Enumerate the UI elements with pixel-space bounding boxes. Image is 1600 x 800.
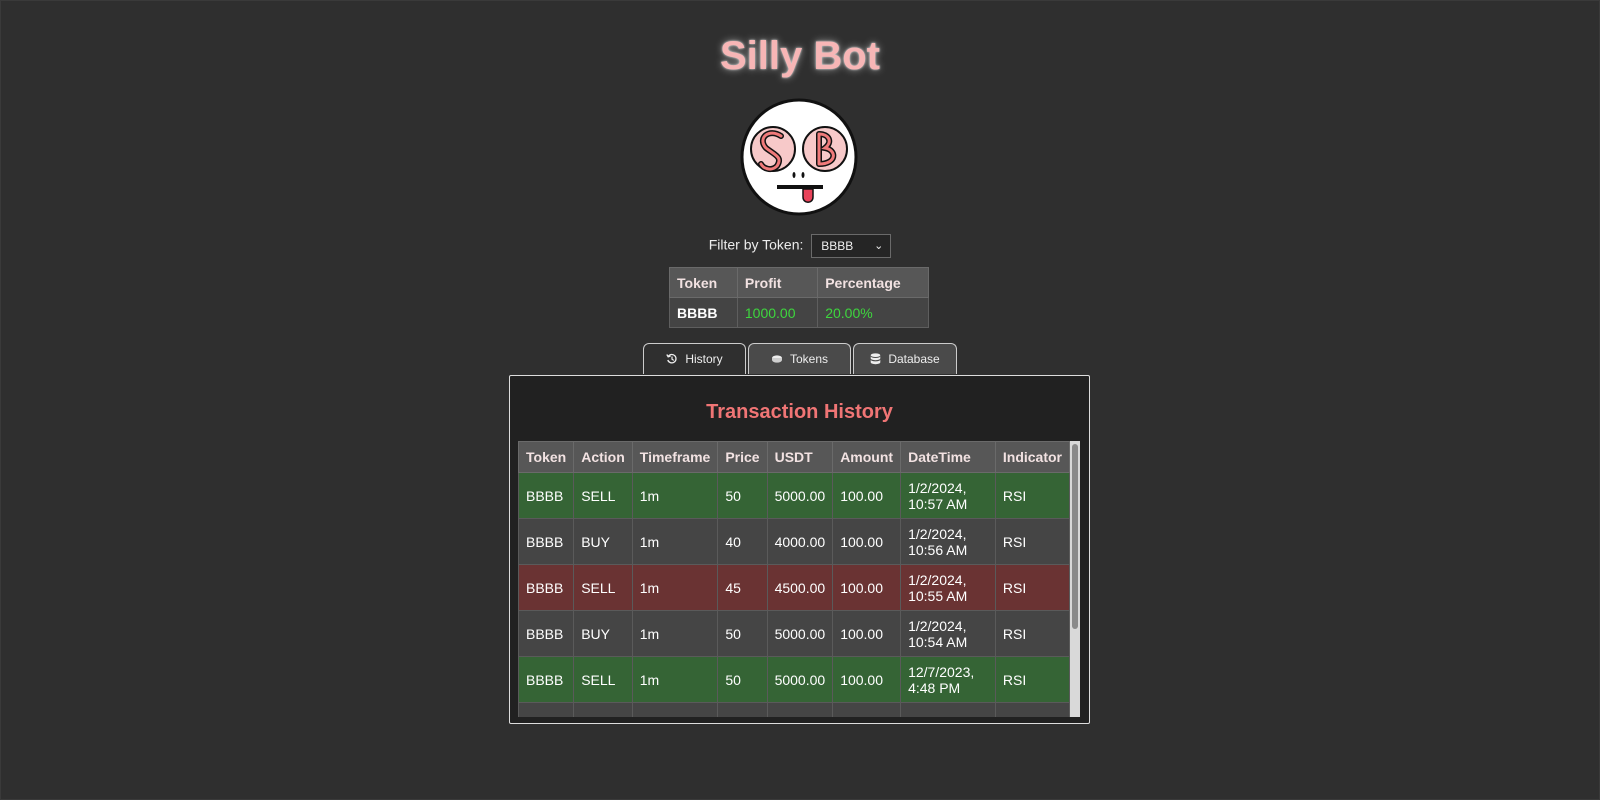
table-row: 12/7/2023 xyxy=(518,702,1071,717)
tab-label: Tokens xyxy=(789,352,829,366)
summary-row: BBBB 1000.00 20.00% xyxy=(669,297,929,328)
cell-action: BUY xyxy=(573,610,633,657)
cell-timeframe: 1m xyxy=(631,610,719,657)
summary-profit: 1000.00 xyxy=(736,297,819,328)
history-icon xyxy=(666,353,677,364)
token-filter: Filter by Token: BBBB ⌄ xyxy=(0,234,1600,258)
cell-price: 40 xyxy=(717,518,768,565)
cell-indicator: RSI xyxy=(994,564,1071,611)
cell-action: SELL xyxy=(573,656,633,703)
cell-timeframe xyxy=(631,702,719,717)
cell-token: BBBB xyxy=(518,472,575,519)
cell-datetime: 1/2/2024, 10:55 AM xyxy=(900,564,996,611)
cell-token: BBBB xyxy=(518,610,575,657)
column-header: Timeframe xyxy=(631,441,719,473)
token-filter-value: BBBB xyxy=(821,239,854,253)
summary-header: Token xyxy=(669,267,738,298)
cell-amount: 100.00 xyxy=(832,472,902,519)
cell-price: 50 xyxy=(717,656,768,703)
cell-usdt: 5000.00 xyxy=(766,656,834,703)
cell-usdt: 4500.00 xyxy=(766,564,834,611)
cell-timeframe: 1m xyxy=(631,656,719,703)
cell-action xyxy=(573,702,633,717)
table-row: BBBB BUY 1m 50 5000.00 100.00 1/2/2024, 10:54 … xyxy=(518,610,1071,657)
cell-usdt: 4000.00 xyxy=(766,518,834,565)
cell-token: BBBB xyxy=(518,564,575,611)
tab-tokens[interactable]: Tokens xyxy=(748,343,851,374)
silly-bot-logo xyxy=(739,98,859,216)
filter-label: Filter by Token: xyxy=(708,236,804,253)
history-table: Token Action Timeframe Price USDT Amount… xyxy=(518,441,1071,717)
cell-price: 45 xyxy=(717,564,768,611)
column-header: USDT xyxy=(766,441,834,473)
cell-indicator: RSI xyxy=(994,518,1071,565)
tab-database[interactable]: Database xyxy=(853,343,957,374)
cell-timeframe: 1m xyxy=(631,564,719,611)
column-header: Price xyxy=(717,441,768,473)
tab-label: Database xyxy=(888,352,940,366)
cell-indicator: RSI xyxy=(994,472,1071,519)
profit-summary-table: Token Profit Percentage BBBB 1000.00 20.… xyxy=(669,267,929,328)
summary-token: BBBB xyxy=(669,297,738,328)
cell-token: BBBB xyxy=(518,518,575,565)
column-header: Indicator xyxy=(994,441,1071,473)
cell-amount: 100.00 xyxy=(832,564,902,611)
history-table-scroll[interactable]: Token Action Timeframe Price USDT Amount… xyxy=(518,441,1080,717)
cell-amount xyxy=(832,702,902,717)
tab-label: History xyxy=(685,352,723,366)
cell-indicator: RSI xyxy=(994,656,1071,703)
cell-amount: 100.00 xyxy=(832,656,902,703)
coin-icon xyxy=(771,355,782,363)
table-row: BBBB SELL 1m 50 5000.00 100.00 1/2/2024, 10:57… xyxy=(518,472,1071,519)
cell-datetime: 12/7/2023 xyxy=(900,702,996,717)
column-header: DateTime xyxy=(900,441,996,473)
cell-usdt: 5000.00 xyxy=(766,472,834,519)
summary-header: Percentage xyxy=(817,267,929,298)
scrollbar-thumb[interactable] xyxy=(1072,444,1078,629)
panel-title: Transaction History xyxy=(706,401,893,423)
cell-indicator: RSI xyxy=(994,610,1071,657)
vertical-scrollbar[interactable] xyxy=(1070,441,1080,717)
database-icon xyxy=(871,353,881,365)
cell-timeframe: 1m xyxy=(631,472,719,519)
table-row: BBBB SELL 1m 45 4500.00 100.00 1/2/2024, 10:55… xyxy=(518,564,1071,611)
table-row: BBBB SELL 1m 50 5000.00 100.00 12/7/2023, 4:48… xyxy=(518,656,1071,703)
column-header: Amount xyxy=(832,441,902,473)
token-filter-select[interactable]: BBBB ⌄ xyxy=(811,234,892,258)
column-header: Action xyxy=(573,441,633,473)
tab-bar: History Tokens Database xyxy=(643,343,959,375)
app-title: Silly Bot xyxy=(719,34,881,78)
table-row: BBBB BUY 1m 40 4000.00 100.00 1/2/2024, 10:56 … xyxy=(518,518,1071,565)
cell-price: 50 xyxy=(717,472,768,519)
cell-amount: 100.00 xyxy=(832,610,902,657)
summary-percentage: 20.00% xyxy=(817,297,929,328)
cell-amount: 100.00 xyxy=(832,518,902,565)
history-panel: Transaction History Token Action Timefra… xyxy=(509,375,1090,724)
cell-action: SELL xyxy=(573,564,633,611)
cell-usdt xyxy=(766,702,834,717)
cell-token xyxy=(518,702,575,717)
cell-usdt: 5000.00 xyxy=(766,610,834,657)
summary-header: Profit xyxy=(736,267,819,298)
cell-price: 50 xyxy=(717,610,768,657)
chevron-down-icon: ⌄ xyxy=(874,240,884,252)
cell-action: BUY xyxy=(573,518,633,565)
cell-datetime: 12/7/2023, 4:48 PM xyxy=(900,656,996,703)
cell-price xyxy=(717,702,768,717)
cell-token: BBBB xyxy=(518,656,575,703)
cell-datetime: 1/2/2024, 10:56 AM xyxy=(900,518,996,565)
tab-history[interactable]: History xyxy=(643,343,746,374)
cell-datetime: 1/2/2024, 10:54 AM xyxy=(900,610,996,657)
cell-timeframe: 1m xyxy=(631,518,719,565)
cell-datetime: 1/2/2024, 10:57 AM xyxy=(900,472,996,519)
cell-indicator xyxy=(994,702,1071,717)
cell-action: SELL xyxy=(573,472,633,519)
column-header: Token xyxy=(518,441,575,473)
